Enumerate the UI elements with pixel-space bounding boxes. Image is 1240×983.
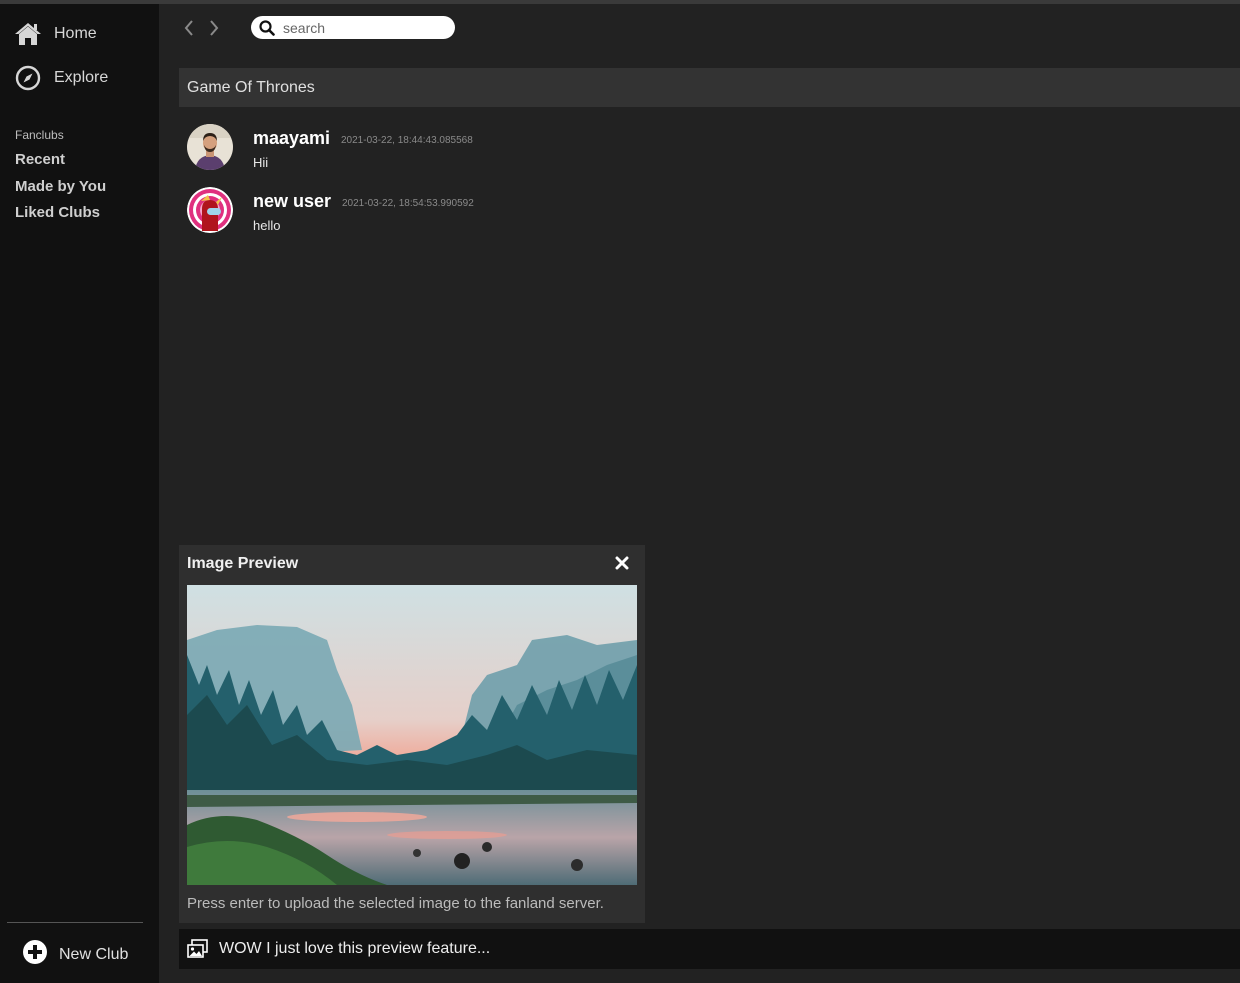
nav-explore-label: Explore xyxy=(54,69,109,86)
back-button[interactable] xyxy=(182,18,196,38)
message-composer xyxy=(179,929,1240,969)
plus-circle-icon xyxy=(22,939,48,970)
sidebar-link-made-by-you[interactable]: Made by You xyxy=(15,178,106,195)
compass-icon xyxy=(14,64,42,92)
sidebar-divider xyxy=(7,922,143,923)
channel-title: Game Of Thrones xyxy=(187,78,315,96)
sidebar: Home Explore Fanclubs Recent Made by You… xyxy=(0,4,159,983)
message-text: Hii xyxy=(253,155,269,170)
image-preview-note: Press enter to upload the selected image… xyxy=(187,895,604,912)
message-username[interactable]: maayami xyxy=(253,128,330,149)
new-club-button[interactable]: New Club xyxy=(22,939,128,970)
message-text: hello xyxy=(253,218,281,233)
forward-button[interactable] xyxy=(207,18,221,38)
nav-explore[interactable]: Explore xyxy=(14,64,108,92)
message-username[interactable]: new user xyxy=(253,191,331,212)
chevron-right-icon xyxy=(210,20,219,36)
search-box[interactable] xyxy=(251,16,455,39)
image-upload-button[interactable] xyxy=(187,939,209,959)
close-icon xyxy=(615,556,629,570)
image-upload-icon xyxy=(187,939,208,958)
search-icon xyxy=(259,19,275,36)
image-preview-close-button[interactable] xyxy=(615,556,629,570)
preview-landscape-image xyxy=(187,585,637,885)
search-input[interactable] xyxy=(283,19,443,36)
sidebar-link-liked-clubs[interactable]: Liked Clubs xyxy=(15,204,100,221)
message-input[interactable] xyxy=(219,940,1119,958)
fanclubs-section-title: Fanclubs xyxy=(15,128,64,142)
channel-header: Game Of Thrones xyxy=(179,68,1240,107)
message-timestamp: 2021-03-22, 18:54:53.990592 xyxy=(342,198,474,209)
sidebar-link-recent[interactable]: Recent xyxy=(15,151,65,168)
nav-home-label: Home xyxy=(54,25,97,42)
image-preview-panel: Image Preview Press enter to upload the … xyxy=(179,545,645,923)
nav-home[interactable]: Home xyxy=(14,20,97,48)
avatar-maayami[interactable] xyxy=(187,124,233,170)
message-timestamp: 2021-03-22, 18:44:43.085568 xyxy=(341,135,473,146)
window-top-border xyxy=(0,0,1240,4)
image-preview-title: Image Preview xyxy=(187,555,299,572)
chevron-left-icon xyxy=(184,20,193,36)
new-club-label: New Club xyxy=(59,945,129,963)
home-icon xyxy=(14,20,42,48)
avatar-new-user[interactable] xyxy=(187,187,233,233)
